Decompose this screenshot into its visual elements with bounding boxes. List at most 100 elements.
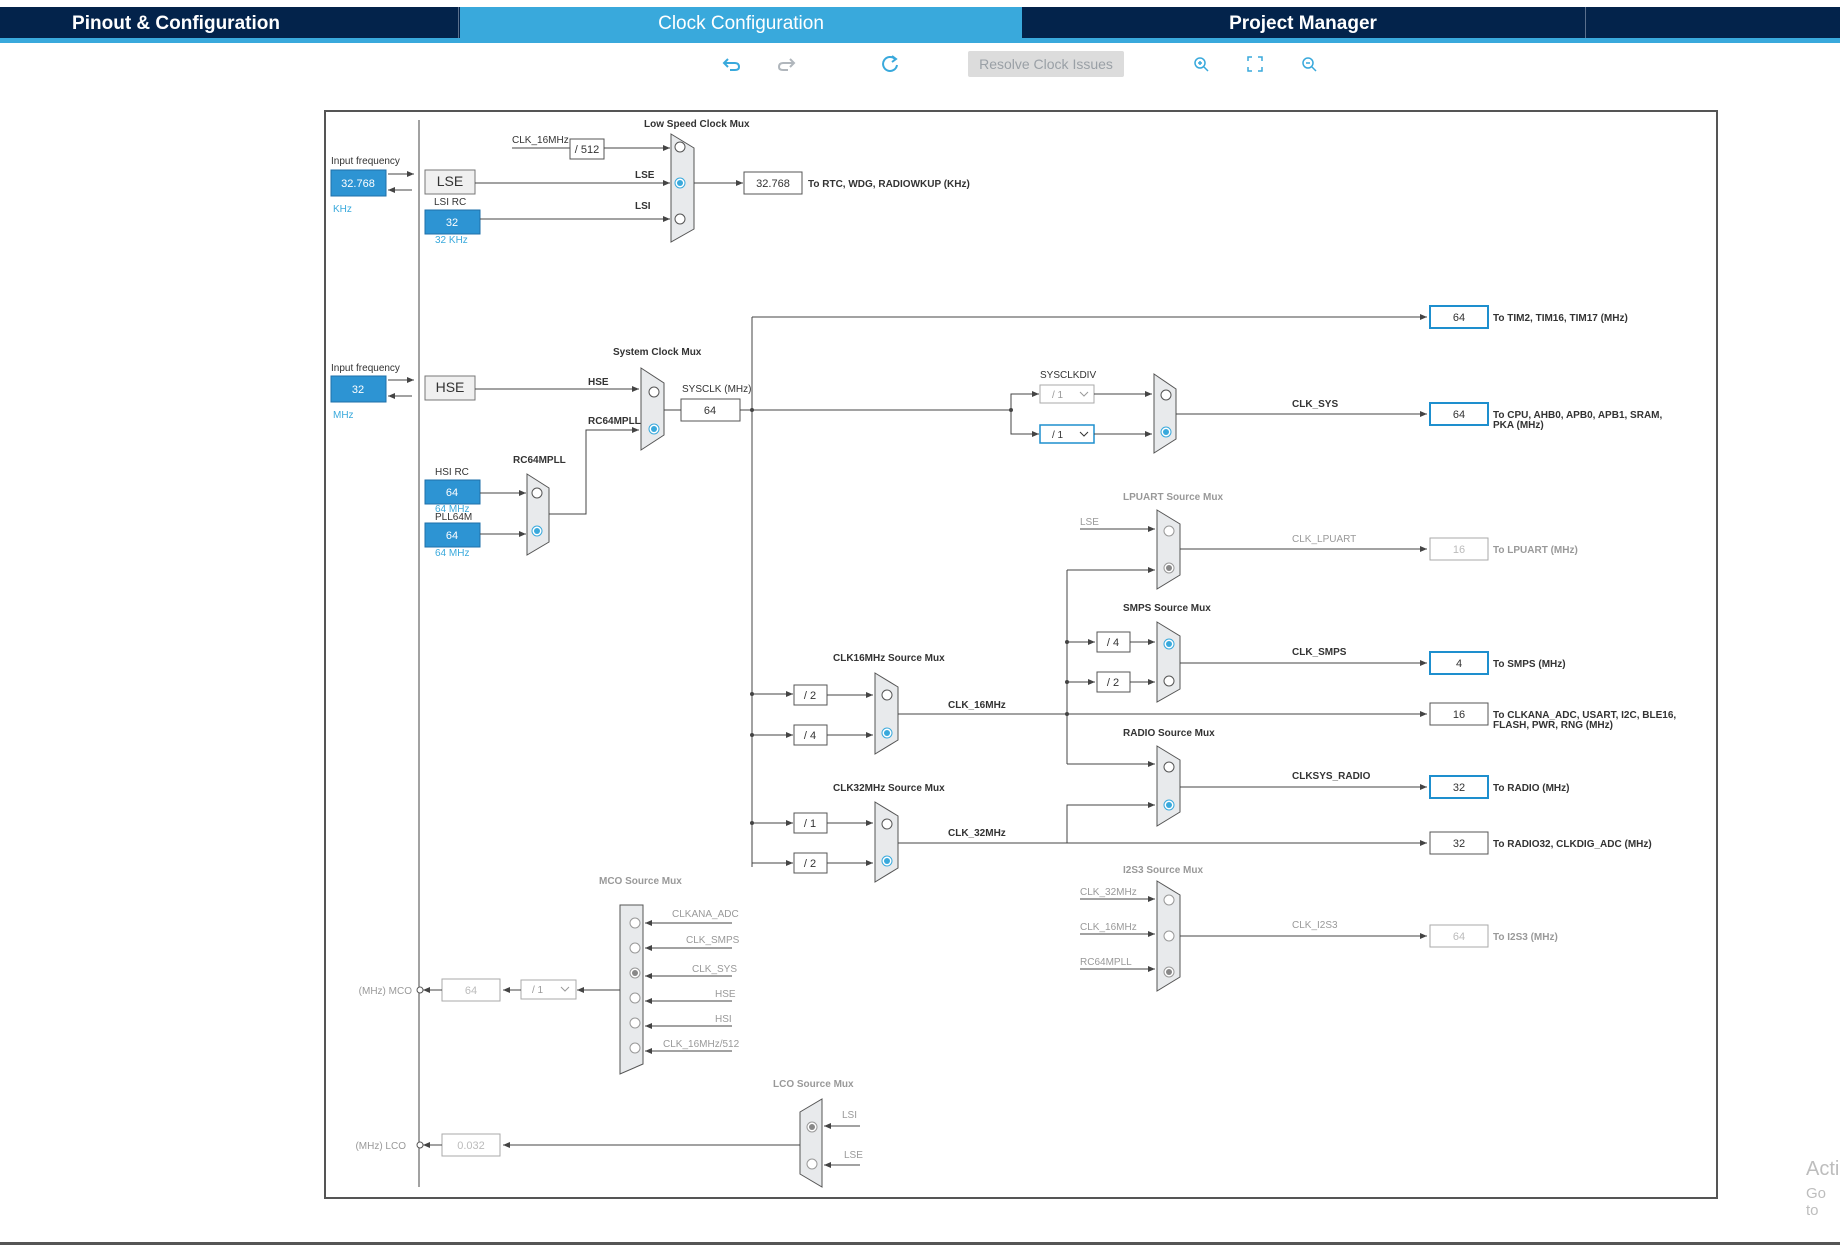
mco-div-select[interactable]: [520, 979, 577, 1000]
clock-tree-diagram: Input frequency 32.768 KHz LSE LSI RC 32…: [324, 110, 1718, 1199]
clk32-destination-label: To RADIO32, CLKDIG_ADC (MHz): [1493, 839, 1652, 850]
tab-project-manager[interactable]: Project Manager: [1022, 7, 1584, 41]
smps-source-mux[interactable]: [1156, 621, 1181, 703]
lse-block-label: LSE: [437, 173, 463, 189]
low-speed-mux-radio-lsi[interactable]: [674, 213, 686, 225]
lse-frequency-value: 32.768: [341, 178, 375, 190]
mco-div-value: / 1: [532, 985, 544, 996]
lco-in-lse: LSE: [844, 1150, 863, 1161]
refresh-button[interactable]: [876, 50, 904, 78]
tab-separator: [1585, 7, 1586, 41]
clk16mhz-source-mux[interactable]: [874, 672, 899, 755]
clk16-mux-radio-div2[interactable]: [881, 689, 893, 701]
system-mux-radio-hse[interactable]: [648, 386, 660, 398]
lse-unit: KHz: [333, 204, 352, 215]
clk-sys-frequency-value: 64: [1453, 409, 1465, 421]
tab-pinout-configuration[interactable]: Pinout & Configuration: [0, 7, 352, 41]
i2s3-mux-title: I2S3 Source Mux: [1123, 865, 1203, 876]
lco-source-mux[interactable]: [799, 1098, 823, 1188]
lpuart-frequency-value: 16: [1453, 544, 1465, 556]
lco-mux-title: LCO Source Mux: [773, 1079, 854, 1090]
i2s3-mux-radio-clk16[interactable]: [1163, 930, 1175, 942]
clksys-radio-label: CLKSYS_RADIO: [1292, 771, 1371, 782]
pll64m-value: 64: [446, 530, 458, 542]
hse-frequency-value: 32: [352, 384, 364, 396]
smps-frequency-value: 4: [1456, 658, 1462, 670]
lse-input-title: Input frequency: [331, 156, 400, 167]
system-clock-mux-title: System Clock Mux: [613, 347, 702, 358]
clk16-div4-label: / 4: [804, 730, 816, 742]
resolve-clock-issues-button[interactable]: Resolve Clock Issues: [968, 51, 1124, 77]
clk32mhz-source-mux[interactable]: [874, 801, 899, 883]
undo-button[interactable]: [718, 50, 746, 78]
zoom-in-button[interactable]: [1187, 50, 1215, 78]
sysclkdiv-mux-radio-1[interactable]: [1160, 389, 1172, 401]
hse-unit: MHz: [333, 410, 354, 421]
rtc-destination-label: To RTC, WDG, RADIOWKUP (KHz): [808, 179, 970, 190]
lpuart-destination-label: To LPUART (MHz): [1493, 545, 1578, 556]
radio-mux-radio-clk16[interactable]: [1163, 761, 1175, 773]
lco-frequency-value: 0.032: [457, 1140, 485, 1152]
clk-smps-label: CLK_SMPS: [1292, 647, 1347, 658]
activation-watermark: Acti: [1806, 1158, 1840, 1180]
smps-div4-label: / 4: [1107, 637, 1119, 649]
undo-icon: [722, 58, 741, 71]
lpuart-mux-radio-lse[interactable]: [1163, 525, 1175, 537]
lco-radio-lse[interactable]: [806, 1158, 818, 1170]
refresh-icon: [882, 55, 898, 72]
clk16mhz-mux-title: CLK16MHz Source Mux: [833, 653, 945, 664]
tab-underline: [0, 38, 1840, 43]
clk-i2s3-label: CLK_I2S3: [1292, 920, 1338, 931]
lpuart-source-mux[interactable]: [1156, 509, 1181, 590]
low-speed-mux-clk16-label: CLK_16MHz: [512, 135, 569, 146]
lsi-unit: 32 KHz: [435, 235, 468, 246]
redo-button[interactable]: [772, 50, 800, 78]
fit-screen-button[interactable]: [1241, 50, 1269, 78]
tab-separator: [458, 7, 459, 41]
rc64mpll-radio-hsi[interactable]: [531, 487, 543, 499]
sysclk-label: SYSCLK (MHz): [682, 384, 751, 395]
low-speed-mux-radio-clk16[interactable]: [674, 141, 686, 153]
lpuart-mux-title: LPUART Source Mux: [1123, 492, 1223, 503]
i2s3-frequency-value: 64: [1453, 931, 1465, 943]
mco-radio-hse[interactable]: [629, 992, 641, 1004]
tim-destination-label: To TIM2, TIM16, TIM17 (MHz): [1493, 313, 1628, 324]
zoom-in-icon: [1194, 57, 1209, 72]
system-mux-pll-label: RC64MPLL: [588, 416, 641, 427]
rc64mpll-title: RC64MPLL: [513, 455, 566, 466]
mco-radio-hsi[interactable]: [629, 1017, 641, 1029]
mco-radio-clk-smps[interactable]: [629, 942, 641, 954]
zoom-out-button[interactable]: [1295, 50, 1323, 78]
clk32-mux-radio-div1[interactable]: [881, 818, 893, 830]
mco-in-clk-smps: CLK_SMPS: [686, 935, 740, 946]
mco-frequency-value: 64: [465, 985, 477, 997]
clk16-div2-label: / 2: [804, 690, 816, 702]
system-mux-hse-label: HSE: [588, 377, 609, 388]
clk-sys-label: CLK_SYS: [1292, 399, 1338, 410]
tim-frequency-value: 64: [1453, 312, 1465, 324]
lco-in-lsi: LSI: [842, 1110, 857, 1121]
radio-frequency-value: 32: [1453, 782, 1465, 794]
mco-in-clkana-adc: CLKANA_ADC: [672, 909, 739, 920]
i2s3-mux-radio-clk32[interactable]: [1163, 894, 1175, 906]
clk16-destination-2: FLASH, PWR, RNG (MHz): [1493, 720, 1613, 731]
bottom-divider: [0, 1242, 1840, 1245]
clock-tree-canvas: Input frequency 32.768 KHz LSE LSI RC 32…: [330, 119, 1676, 1188]
radio-source-mux[interactable]: [1156, 745, 1181, 827]
system-clock-mux[interactable]: [640, 367, 665, 451]
clk32-frequency-value: 32: [1453, 838, 1465, 850]
sysclkdiv-mux[interactable]: [1153, 373, 1177, 454]
mco-radio-clkana-adc[interactable]: [629, 917, 641, 929]
hse-input-title: Input frequency: [331, 363, 400, 374]
rc64mpll-mux[interactable]: [526, 473, 550, 556]
mco-in-hse: HSE: [715, 989, 736, 1000]
lco-output-label: (MHz) LCO: [355, 1141, 406, 1152]
top-tab-bar: Pinout & Configuration Clock Configurati…: [0, 7, 1840, 41]
sysclkdiv-option-1: / 1: [1052, 390, 1064, 401]
smps-mux-radio-div2[interactable]: [1163, 675, 1175, 687]
tab-clock-configuration[interactable]: Clock Configuration: [460, 7, 1022, 41]
smps-div2-label: / 2: [1107, 677, 1119, 689]
mco-radio-clk16-512[interactable]: [629, 1042, 641, 1054]
i2s3-in-clk16: CLK_16MHz: [1080, 922, 1137, 933]
i2s3-destination-label: To I2S3 (MHz): [1493, 932, 1558, 943]
